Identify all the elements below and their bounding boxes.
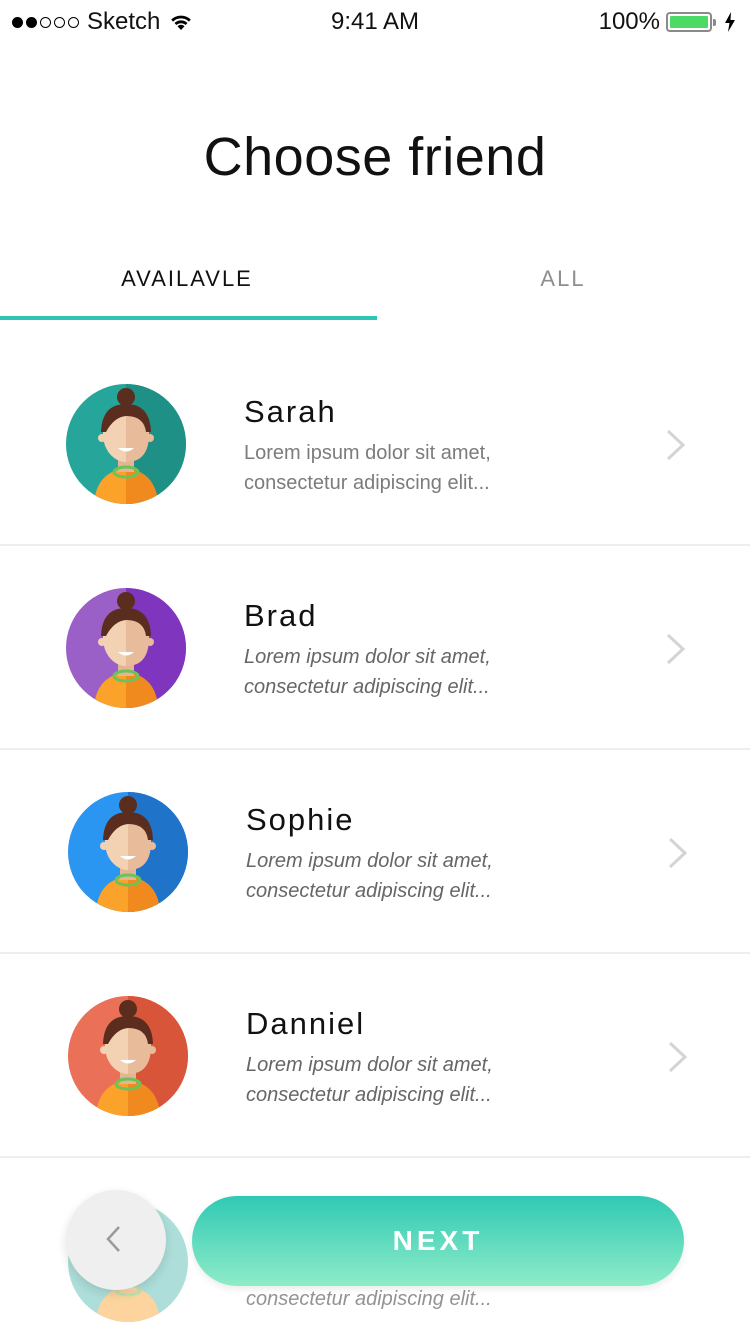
description-line: Lorem ipsum dolor sit amet, xyxy=(244,646,491,668)
battery-icon xyxy=(666,12,716,32)
avatar xyxy=(68,996,188,1116)
person-avatar-icon xyxy=(66,588,186,708)
description-line: Lorem ipsum dolor sit amet, xyxy=(246,1054,493,1076)
friend-row-sarah[interactable]: Sarah Lorem ipsum dolor sit amet, consec… xyxy=(0,342,750,546)
charging-icon xyxy=(725,12,735,32)
person-avatar-icon xyxy=(68,996,188,1116)
status-bar: Sketch 9:41 AM 100% xyxy=(0,0,750,44)
avatar xyxy=(66,588,186,708)
friend-name: Brad xyxy=(244,598,318,633)
tab-bar: AVAILAVLE ALL xyxy=(0,256,750,320)
avatar xyxy=(68,792,188,912)
person-avatar-icon xyxy=(68,792,188,912)
description-line: Lorem ipsum dolor sit amet, xyxy=(244,442,491,464)
friend-list: Sarah Lorem ipsum dolor sit amet, consec… xyxy=(0,342,750,1158)
chevron-left-icon xyxy=(106,1226,120,1252)
description-line: consectetur adipiscing elit... xyxy=(246,1084,492,1106)
friend-description: Lorem ipsum dolor sit amet, consectetur … xyxy=(246,846,566,906)
avatar xyxy=(66,384,186,504)
friend-description: Lorem ipsum dolor sit amet, consectetur … xyxy=(244,438,564,498)
chevron-right-icon xyxy=(666,633,686,665)
tab-available[interactable]: AVAILAVLE xyxy=(0,266,374,292)
chevron-right-icon xyxy=(668,1041,688,1073)
tab-active-indicator xyxy=(0,316,377,320)
tab-all[interactable]: ALL xyxy=(376,266,750,292)
next-button[interactable]: NEXT xyxy=(192,1196,684,1286)
friend-description: Lorem ipsum dolor sit amet, consectetur … xyxy=(246,1050,566,1110)
friend-name: Sarah xyxy=(244,394,337,429)
description-line: consectetur adipiscing elit... xyxy=(244,676,490,698)
description-line: consectetur adipiscing elit... xyxy=(246,1288,492,1310)
chevron-right-icon xyxy=(668,837,688,869)
battery-percent: 100% xyxy=(598,8,660,35)
friend-row-brad[interactable]: Brad Lorem ipsum dolor sit amet, consect… xyxy=(0,546,750,750)
back-button[interactable] xyxy=(66,1190,166,1290)
description-line: consectetur adipiscing elit... xyxy=(244,472,490,494)
page-title: Choose friend xyxy=(203,127,547,187)
friend-description: Lorem ipsum dolor sit amet, consectetur … xyxy=(244,642,564,702)
chevron-right-icon xyxy=(666,429,686,461)
friend-description: consectetur adipiscing elit... xyxy=(246,1284,566,1314)
status-right: 100% xyxy=(599,8,736,36)
friend-name: Danniel xyxy=(246,1006,366,1041)
description-line: consectetur adipiscing elit... xyxy=(246,880,492,902)
friend-name: Sophie xyxy=(246,802,355,837)
friend-row-danniel[interactable]: Danniel Lorem ipsum dolor sit amet, cons… xyxy=(0,954,750,1158)
description-line: Lorem ipsum dolor sit amet, xyxy=(246,850,493,872)
person-avatar-icon xyxy=(66,384,186,504)
friend-row-sophie[interactable]: Sophie Lorem ipsum dolor sit amet, conse… xyxy=(0,750,750,954)
